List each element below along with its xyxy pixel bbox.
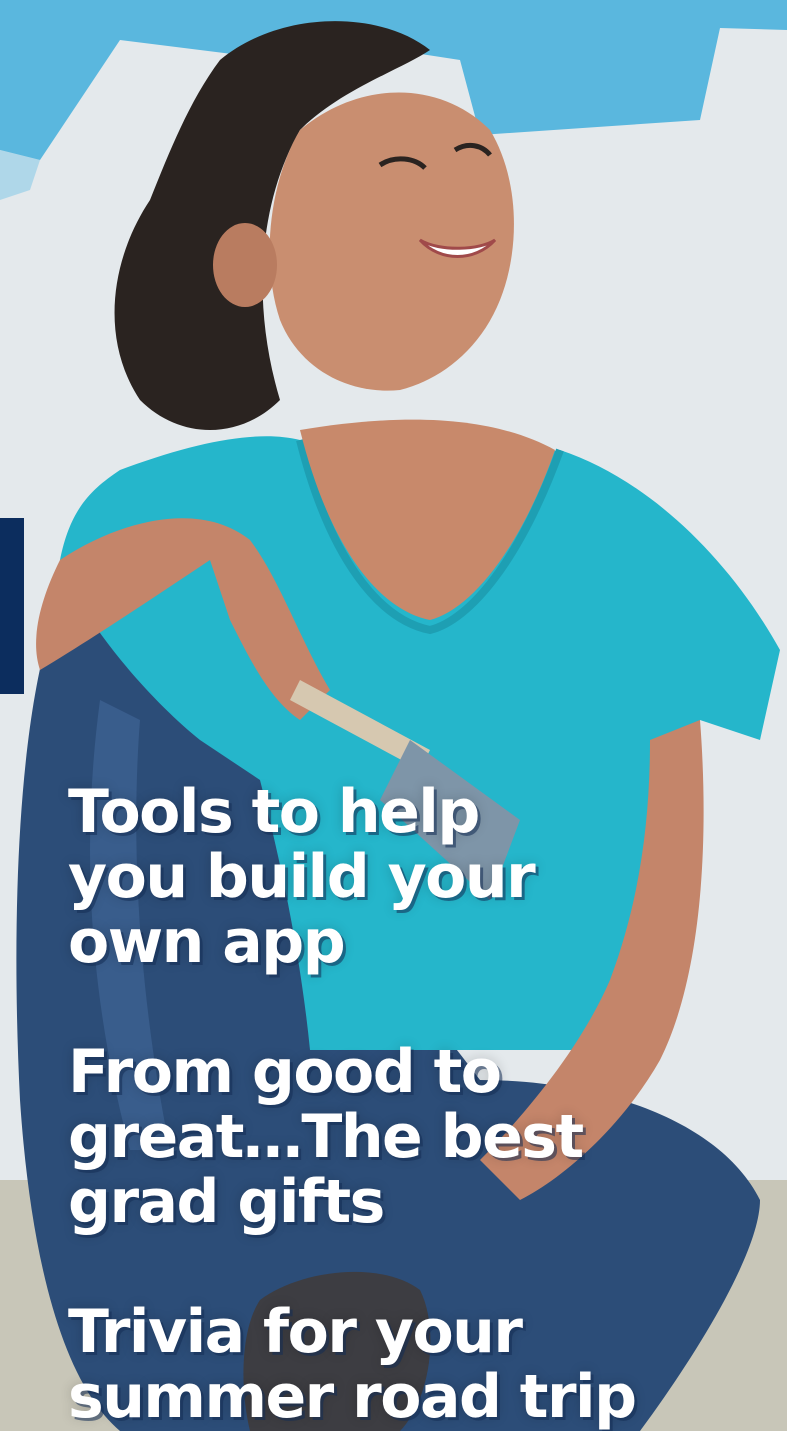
carousel-indicator[interactable] xyxy=(0,518,24,694)
story-headline-2[interactable]: From good to great…The best grad gifts xyxy=(68,1037,584,1237)
story-1-line-3: own app xyxy=(68,907,346,977)
story-2-line-3: grad gifts xyxy=(68,1167,385,1237)
ear xyxy=(213,223,277,307)
story-3-line-2: summer road trip xyxy=(68,1362,637,1431)
story-link-2[interactable]: From good to great…The best grad gifts xyxy=(68,1037,584,1237)
story-headline-1[interactable]: Tools to help you build your own app xyxy=(68,777,536,977)
story-link-1[interactable]: Tools to help you build your own app xyxy=(68,777,536,977)
story-1-line-2: you build your xyxy=(68,842,536,912)
story-3-line-1: Trivia for your xyxy=(68,1297,523,1367)
story-2-line-2: great…The best xyxy=(68,1102,584,1172)
story-2-line-1: From good to xyxy=(68,1037,502,1107)
hero-carousel: Tools to help you build your own app Fro… xyxy=(0,0,787,1431)
story-headline-3[interactable]: Trivia for your summer road trip xyxy=(68,1297,637,1431)
story-link-3[interactable]: Trivia for your summer road trip xyxy=(68,1297,637,1431)
story-1-line-1: Tools to help xyxy=(68,777,480,847)
